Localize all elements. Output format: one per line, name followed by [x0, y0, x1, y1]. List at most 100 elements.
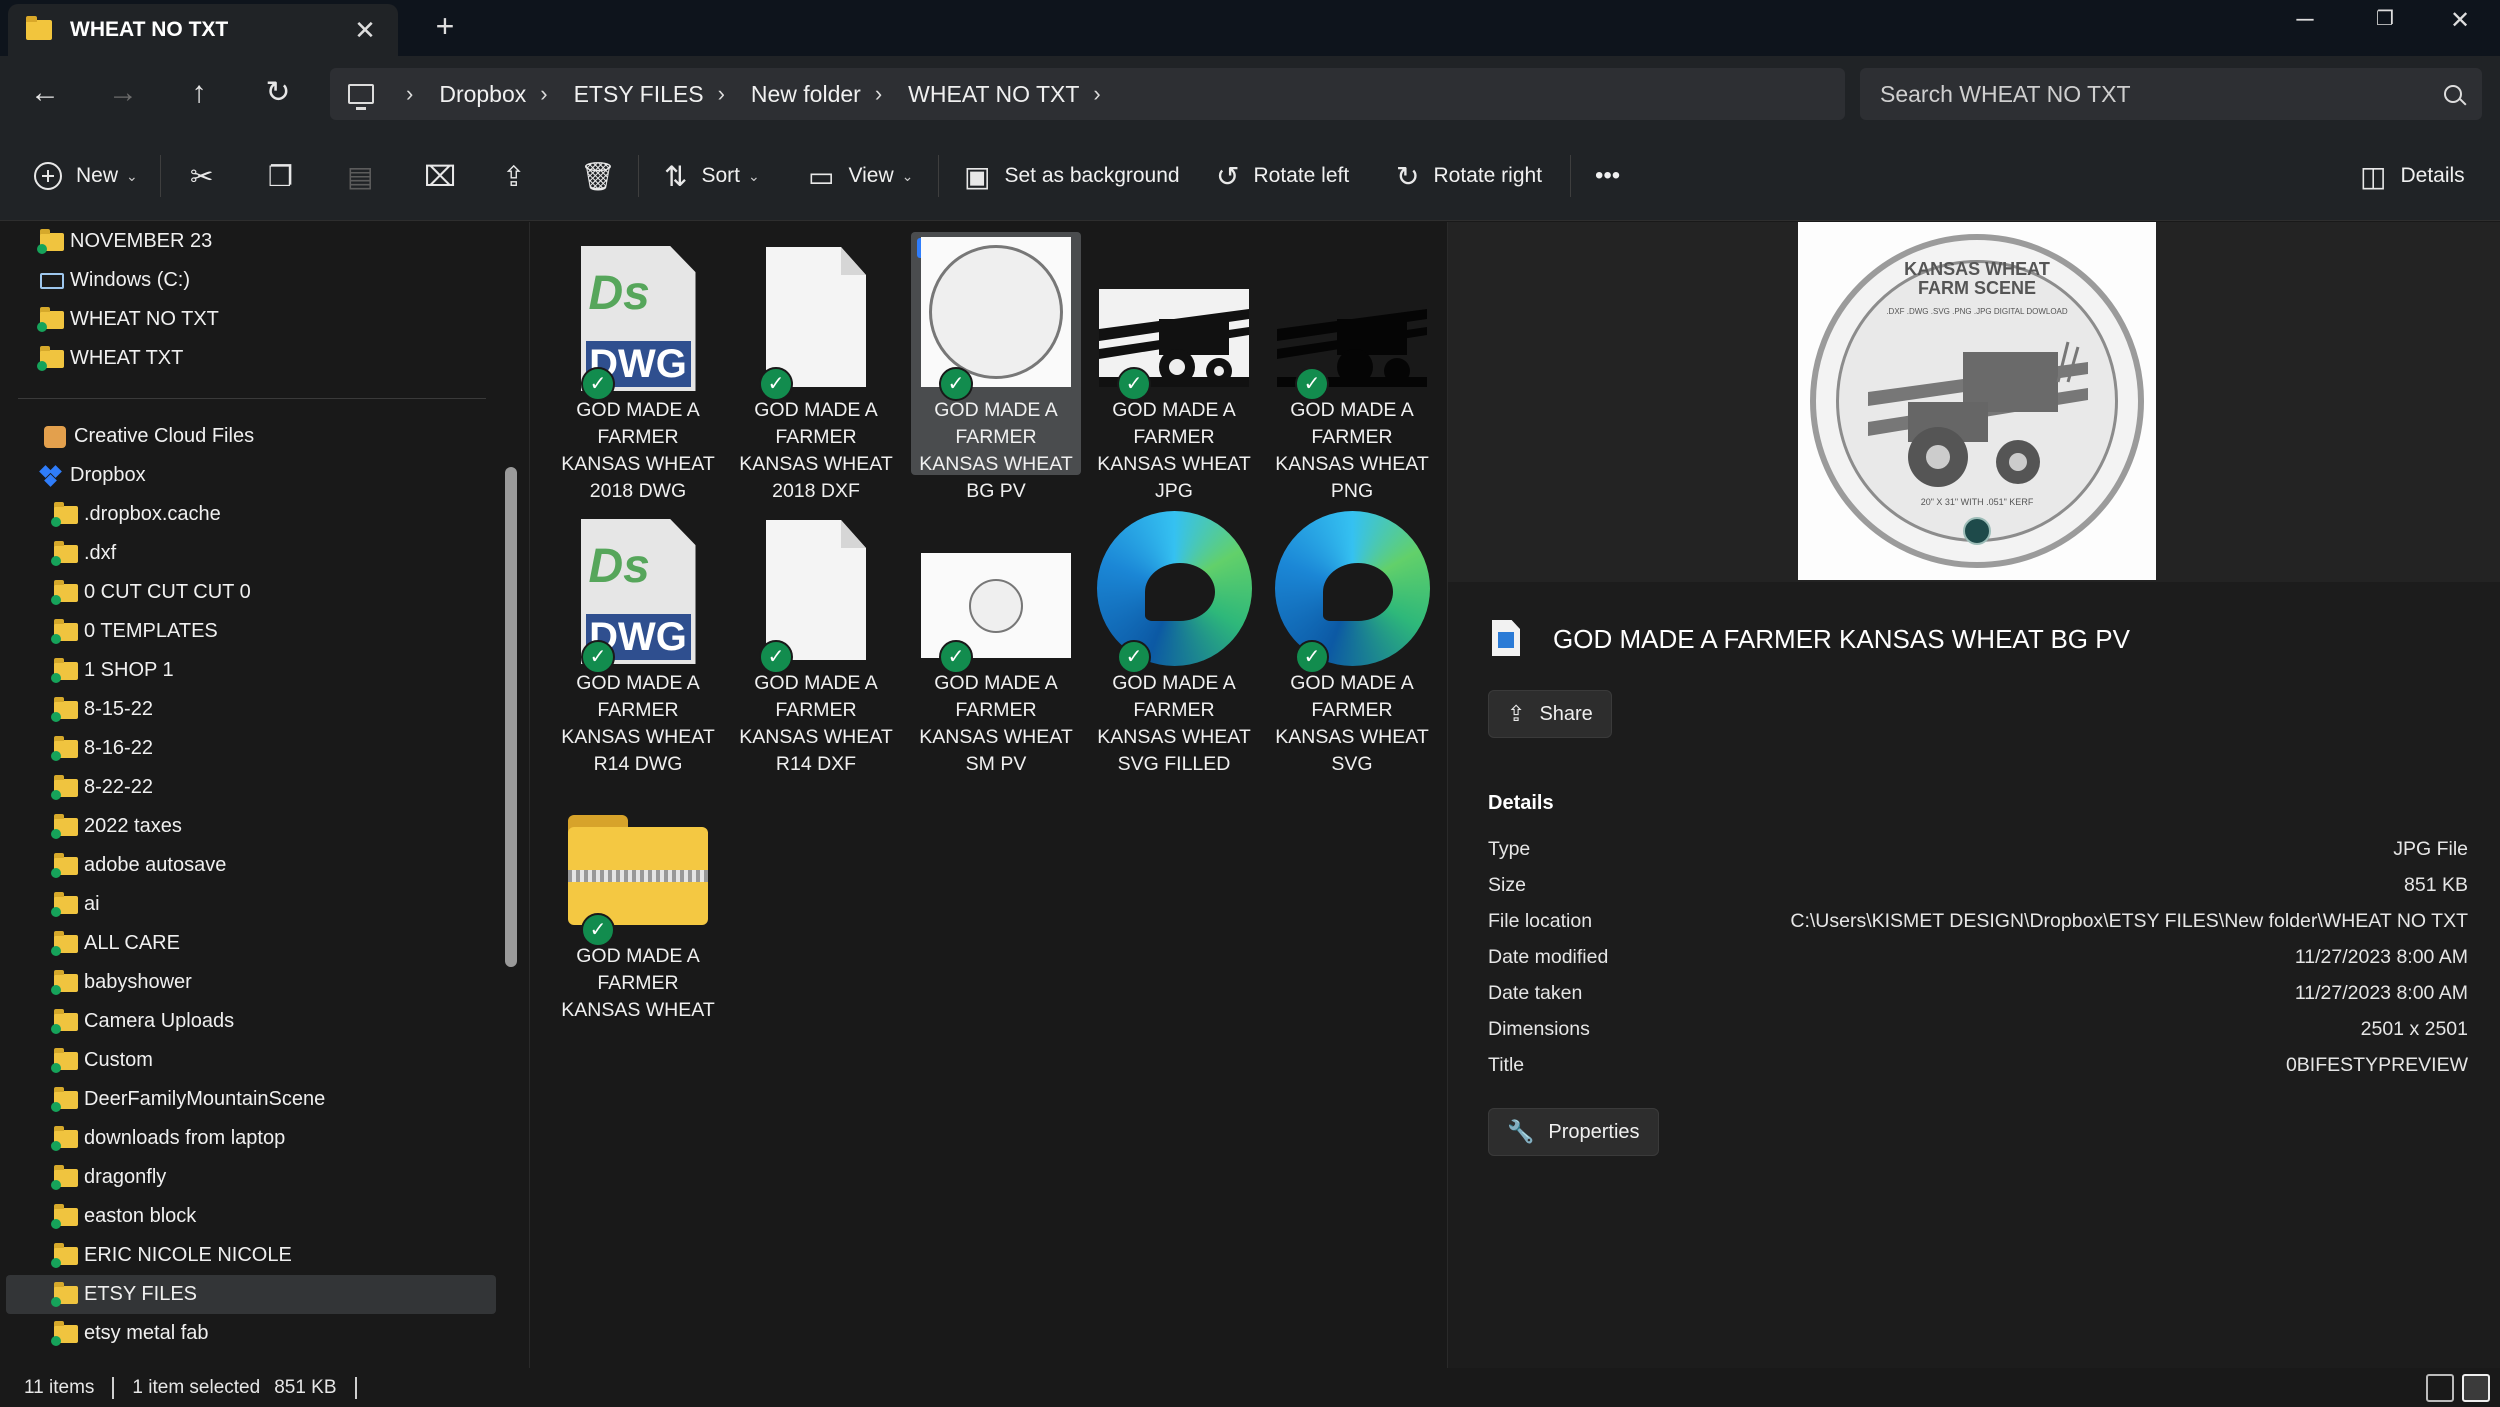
file-item-2018-dwg[interactable]: Ds DWG ✓ GOD MADE A FARMER KANSAS WHEAT 2… — [553, 232, 723, 505]
chevron-right-icon[interactable]: › — [406, 81, 413, 107]
new-tab-button[interactable]: + — [425, 8, 465, 45]
file-item-png[interactable]: ✓ GOD MADE A FARMER KANSAS WHEAT PNG — [1267, 232, 1437, 505]
large-icons-view-icon[interactable] — [2462, 1374, 2490, 1402]
sidebar-item-label: Camera Uploads — [84, 1010, 235, 1032]
file-explorer-window: WHEAT NO TXT ✕ + ─ ❐ ✕ ← → ↑ ↻ › Dropbox… — [0, 0, 2500, 1407]
share-button[interactable]: ⇪ Share — [1488, 690, 1612, 738]
rename-button[interactable]: ⌧ — [424, 131, 470, 221]
sidebar-item-folder[interactable]: dragonfly — [51, 1158, 167, 1197]
share-button[interactable]: ⇪ — [502, 131, 539, 221]
sort-button[interactable]: ⇅ Sort ⌄ — [664, 131, 760, 221]
sidebar-item-folder[interactable]: DeerFamilyMountainScene — [51, 1080, 325, 1119]
detail-row: Type JPG File — [1488, 838, 2468, 868]
breadcrumb-new-folder[interactable]: New folder — [751, 81, 861, 108]
sidebar-item-folder[interactable]: ALL CARE — [51, 924, 180, 963]
address-bar[interactable]: › Dropbox › ETSY FILES › New folder › WH… — [330, 68, 1845, 120]
sidebar-item-folder[interactable]: 8-15-22 — [51, 690, 153, 729]
file-item-sm-pv[interactable]: ✓ GOD MADE A FARMER KANSAS WHEAT SM PV — [911, 505, 1081, 778]
detail-label: Size — [1488, 874, 1526, 896]
sidebar-item-folder[interactable]: easton block — [51, 1197, 196, 1236]
search-input[interactable]: Search WHEAT NO TXT — [1880, 81, 2444, 108]
sidebar-item-wheat-txt[interactable]: WHEAT TXT — [37, 339, 183, 378]
cut-button[interactable]: ✂ — [190, 131, 227, 221]
rotate-right-label: Rotate right — [1433, 164, 1543, 187]
sidebar-item-windows-c[interactable]: Windows (C:) — [40, 261, 190, 300]
maximize-button[interactable]: ❐ — [2355, 6, 2415, 31]
sidebar-item-dropbox[interactable]: Dropbox — [39, 456, 146, 495]
sidebar-item-label: babyshower — [84, 971, 192, 993]
more-options-button[interactable]: ••• — [1595, 131, 1620, 221]
new-button[interactable]: New ⌄ — [34, 131, 138, 221]
view-button[interactable]: ▭ View ⌄ — [808, 131, 913, 221]
sidebar-item-folder[interactable]: ERIC NICOLE NICOLE — [51, 1236, 292, 1275]
tab-close-icon[interactable]: ✕ — [350, 15, 380, 46]
set-as-background-button[interactable]: ▣ Set as background — [964, 131, 1180, 221]
file-item-svg[interactable]: ✓ GOD MADE A FARMER KANSAS WHEAT SVG — [1267, 505, 1437, 778]
sidebar-item-november-23[interactable]: NOVEMBER 23 — [37, 222, 212, 261]
delete-button[interactable]: 🗑 — [580, 131, 630, 221]
folder-icon — [51, 1320, 78, 1346]
search-icon[interactable] — [2444, 85, 2462, 103]
sidebar-item-folder[interactable]: ETSY FILES — [6, 1275, 496, 1314]
file-item-2018-dxf[interactable]: ✓ GOD MADE A FARMER KANSAS WHEAT 2018 DX… — [731, 232, 901, 505]
sidebar-item-folder[interactable]: ai — [51, 885, 100, 924]
detail-label: Date taken — [1488, 982, 1583, 1004]
details-pane-button[interactable]: ◫ Details — [2360, 131, 2465, 221]
details-view-icon[interactable] — [2426, 1374, 2454, 1402]
file-item-bg-pv[interactable]: ✓ ✓ GOD MADE A FARMER KANSAS WHEAT BG PV — [911, 232, 1081, 502]
minimize-button[interactable]: ─ — [2275, 6, 2335, 34]
rotate-right-button[interactable]: ↻ Rotate right — [1396, 131, 1542, 221]
folder-icon — [51, 891, 78, 917]
this-pc-icon[interactable] — [348, 84, 374, 110]
close-window-button[interactable]: ✕ — [2430, 6, 2490, 35]
file-list: Ds DWG ✓ GOD MADE A FARMER KANSAS WHEAT 2… — [531, 222, 1446, 1368]
sidebar-item-folder[interactable]: 0 TEMPLATES — [51, 612, 218, 651]
rotate-left-button[interactable]: ↺ Rotate left — [1216, 131, 1349, 221]
sidebar-item-folder[interactable]: 1 SHOP 1 — [51, 651, 174, 690]
sidebar-item-folder[interactable]: etsy metal fab — [51, 1314, 209, 1353]
file-item-r14-dwg[interactable]: Ds DWG ✓ GOD MADE A FARMER KANSAS WHEAT R… — [553, 505, 723, 778]
sidebar-item-folder[interactable]: adobe autosave — [51, 846, 226, 885]
tab-wheat-no-txt[interactable]: WHEAT NO TXT ✕ — [8, 4, 398, 56]
synced-check-icon: ✓ — [1295, 367, 1329, 401]
file-item-r14-dxf[interactable]: ✓ GOD MADE A FARMER KANSAS WHEAT R14 DXF — [731, 505, 901, 778]
sidebar-item-wheat-no-txt[interactable]: WHEAT NO TXT — [37, 300, 219, 339]
sidebar-item-folder[interactable]: .dxf — [51, 534, 116, 573]
file-item-svg-filled[interactable]: ✓ GOD MADE A FARMER KANSAS WHEAT SVG FIL… — [1089, 505, 1259, 778]
sidebar-item-folder[interactable]: downloads from laptop — [51, 1119, 285, 1158]
sidebar-item-folder[interactable]: 2022 taxes — [51, 807, 182, 846]
file-item-jpg[interactable]: ✓ GOD MADE A FARMER KANSAS WHEAT JPG — [1089, 232, 1259, 505]
file-item-zip[interactable]: ✓ GOD MADE A FARMER KANSAS WHEAT — [553, 778, 723, 1024]
details-heading: Details — [1488, 792, 1554, 814]
sidebar-item-folder[interactable]: 0 CUT CUT CUT 0 — [51, 573, 251, 612]
sidebar-item-label: dragonfly — [84, 1166, 167, 1188]
sidebar-item-folder[interactable]: .dropbox.cache — [51, 495, 221, 534]
back-button[interactable]: ← — [22, 72, 68, 114]
sidebar-scrollbar[interactable] — [505, 467, 517, 967]
up-button[interactable]: ↑ — [176, 72, 222, 114]
title-bar: WHEAT NO TXT ✕ + ─ ❐ ✕ — [0, 0, 2500, 56]
chevron-right-icon[interactable]: › — [718, 81, 725, 107]
sidebar-item-folder[interactable]: 8-22-22 — [51, 768, 153, 807]
sidebar-item-folder[interactable]: Camera Uploads — [51, 1002, 235, 1041]
copy-button[interactable]: ❐ — [268, 131, 307, 221]
detail-value: 11/27/2023 8:00 AM — [2294, 982, 2468, 1004]
breadcrumb-dropbox[interactable]: Dropbox — [439, 81, 526, 108]
sidebar-item-folder[interactable]: babyshower — [51, 963, 192, 1002]
thumbnail: ✓ — [1089, 505, 1259, 674]
sidebar-item-label: Dropbox — [70, 464, 146, 486]
refresh-button[interactable]: ↻ — [255, 72, 301, 114]
sidebar-item-folder[interactable]: 8-16-22 — [51, 729, 153, 768]
breadcrumb-etsy-files[interactable]: ETSY FILES — [574, 81, 704, 108]
paste-button[interactable]: ▤ — [347, 131, 387, 221]
chevron-right-icon[interactable]: › — [1093, 81, 1100, 107]
search-box[interactable]: Search WHEAT NO TXT — [1860, 68, 2482, 120]
chevron-right-icon[interactable]: › — [875, 81, 882, 107]
thumbnail: ✓ — [911, 505, 1081, 674]
chevron-right-icon[interactable]: › — [540, 81, 547, 107]
properties-button[interactable]: 🔧 Properties — [1488, 1108, 1659, 1156]
breadcrumb-wheat-no-txt[interactable]: WHEAT NO TXT — [908, 81, 1079, 108]
sidebar-item-creative-cloud[interactable]: Creative Cloud Files — [44, 417, 254, 456]
sidebar-item-folder[interactable]: Custom — [51, 1041, 153, 1080]
forward-button[interactable]: → — [100, 72, 146, 114]
